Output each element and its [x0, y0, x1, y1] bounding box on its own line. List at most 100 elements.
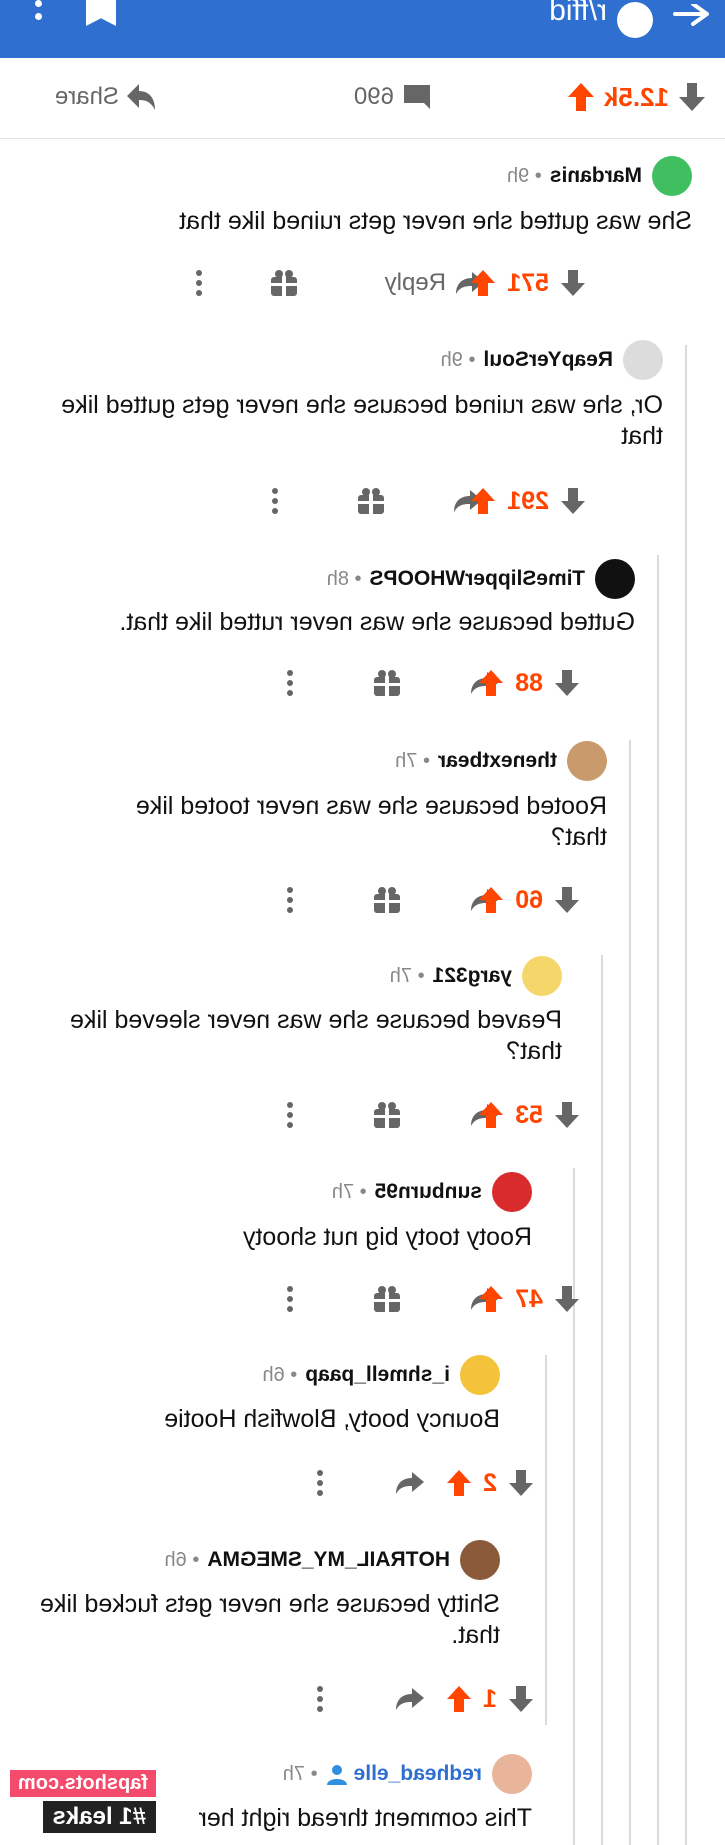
username[interactable]: redhead_elle: [354, 1762, 482, 1786]
downvote-icon[interactable]: [679, 83, 705, 111]
avatar[interactable]: [623, 340, 663, 380]
subreddit-icon[interactable]: [617, 2, 653, 38]
username[interactable]: ReapYerSoul: [483, 348, 613, 372]
upvote-icon[interactable]: [479, 1286, 504, 1312]
thread-line-level-2[interactable]: [657, 555, 659, 1845]
downvote-icon[interactable]: [509, 1470, 533, 1496]
award-icon[interactable]: [358, 484, 384, 518]
username[interactable]: yarg321: [433, 964, 512, 988]
comment-body: Rooty tooty big nut shooty: [242, 1223, 532, 1251]
comment-header: Mardanis • 9h: [507, 156, 692, 196]
avatar[interactable]: [492, 1754, 532, 1794]
comment-score: 53: [515, 1100, 543, 1129]
comment-header: TimeSlipperWHOOPS • 8h: [327, 559, 635, 599]
comment-vote-group: 1: [447, 1682, 533, 1716]
comment-score: 1: [483, 1684, 497, 1713]
award-icon[interactable]: [374, 666, 400, 700]
upvote-icon[interactable]: [479, 1102, 504, 1128]
more-vertical-icon[interactable]: [286, 1282, 294, 1316]
more-vertical-icon[interactable]: [271, 484, 279, 518]
comment-actions: 1: [0, 1682, 725, 1716]
reply-icon[interactable]: [396, 1682, 424, 1716]
mirrored-reddit-comment-screen: r/ffid 12.5k 690 Share Mardanis • 9h She…: [0, 0, 725, 1845]
comment-body: Gutted because she was never rutted like…: [119, 608, 635, 636]
comment-vote-group: 88: [479, 666, 579, 700]
award-icon[interactable]: [374, 883, 400, 917]
downvote-icon[interactable]: [561, 488, 585, 514]
comment-score: 47: [515, 1284, 543, 1313]
comment-vote-group: 60: [479, 883, 579, 917]
comment-actions: 88: [0, 666, 725, 700]
username[interactable]: HOTRAIL_MY_SMEGMA: [207, 1548, 450, 1572]
username[interactable]: Mardanis: [550, 164, 642, 188]
upvote-icon[interactable]: [447, 1470, 472, 1496]
avatar[interactable]: [522, 956, 562, 996]
comments-count-group[interactable]: 690: [354, 82, 430, 112]
comment-bubble-icon: [404, 85, 430, 109]
upvote-icon[interactable]: [479, 670, 504, 696]
downvote-icon[interactable]: [555, 670, 579, 696]
more-vertical-icon[interactable]: [286, 883, 294, 917]
username[interactable]: thenextbear: [438, 749, 557, 773]
comment-header: sunburn95 • 7h: [332, 1172, 532, 1212]
avatar[interactable]: [492, 1172, 532, 1212]
comments-count: 690: [353, 83, 394, 110]
downvote-icon[interactable]: [555, 1286, 579, 1312]
upvote-icon[interactable]: [567, 83, 594, 111]
thread-line-level-6[interactable]: [545, 1355, 547, 1725]
award-icon[interactable]: [271, 266, 297, 300]
comment-vote-group: 2: [447, 1466, 533, 1500]
comment-actions: 2: [0, 1466, 725, 1500]
more-vertical-icon[interactable]: [286, 666, 294, 700]
award-icon[interactable]: [374, 1282, 400, 1316]
subreddit-name[interactable]: r/ffid: [549, 0, 607, 28]
comment-actions: 60: [0, 883, 725, 917]
comment-actions: Reply 571: [0, 266, 725, 300]
timestamp: • 9h: [440, 348, 476, 371]
user-icon: [326, 1763, 348, 1785]
thread-line-level-1[interactable]: [685, 345, 687, 1845]
timestamp: • 7h: [282, 1762, 318, 1785]
reply-button[interactable]: Reply: [385, 266, 484, 300]
avatar[interactable]: [652, 156, 692, 196]
comment-vote-group: 571: [471, 266, 585, 300]
username[interactable]: sunburn95: [375, 1180, 482, 1204]
more-vertical-icon[interactable]: [195, 266, 203, 300]
username[interactable]: i_shmell_paap: [305, 1363, 450, 1387]
timestamp: • 6h: [164, 1548, 200, 1571]
thread-line-level-5[interactable]: [573, 1168, 575, 1845]
more-vertical-icon[interactable]: [316, 1682, 324, 1716]
more-vertical-icon[interactable]: [34, 0, 42, 30]
downvote-icon[interactable]: [555, 887, 579, 913]
comment-body: Shitty because she never gets fucked lik…: [40, 1590, 500, 1649]
avatar[interactable]: [567, 741, 607, 781]
upvote-icon[interactable]: [447, 1686, 472, 1712]
downvote-icon[interactable]: [555, 1102, 579, 1128]
comment-body: Rooted because she was never tooted like…: [135, 792, 607, 851]
username[interactable]: TimeSlipperWHOOPS: [370, 567, 586, 591]
comment-vote-group: 53: [479, 1098, 579, 1132]
downvote-icon[interactable]: [509, 1686, 533, 1712]
comment-header: thenextbear • 7h: [395, 741, 607, 781]
share-group[interactable]: Share: [55, 82, 155, 112]
downvote-icon[interactable]: [561, 270, 585, 296]
avatar[interactable]: [460, 1355, 500, 1395]
more-vertical-icon[interactable]: [286, 1098, 294, 1132]
comment-vote-group: 47: [479, 1282, 579, 1316]
avatar[interactable]: [460, 1540, 500, 1580]
comment-header: redhead_elle • 7h: [283, 1754, 532, 1794]
comment-header: yarg321 • 7h: [390, 956, 562, 996]
upvote-icon[interactable]: [479, 887, 504, 913]
award-icon[interactable]: [374, 1098, 400, 1132]
timestamp: • 7h: [331, 1180, 367, 1203]
avatar[interactable]: [595, 559, 635, 599]
upvote-icon[interactable]: [471, 270, 496, 296]
reply-icon[interactable]: [396, 1466, 424, 1500]
upvote-icon[interactable]: [471, 488, 496, 514]
comment-score: 291: [507, 486, 549, 515]
timestamp: • 7h: [395, 749, 430, 772]
more-vertical-icon[interactable]: [316, 1466, 324, 1500]
app-bar: r/ffid: [0, 0, 725, 58]
bookmark-icon[interactable]: [86, 0, 116, 26]
back-arrow-icon[interactable]: [671, 4, 711, 38]
